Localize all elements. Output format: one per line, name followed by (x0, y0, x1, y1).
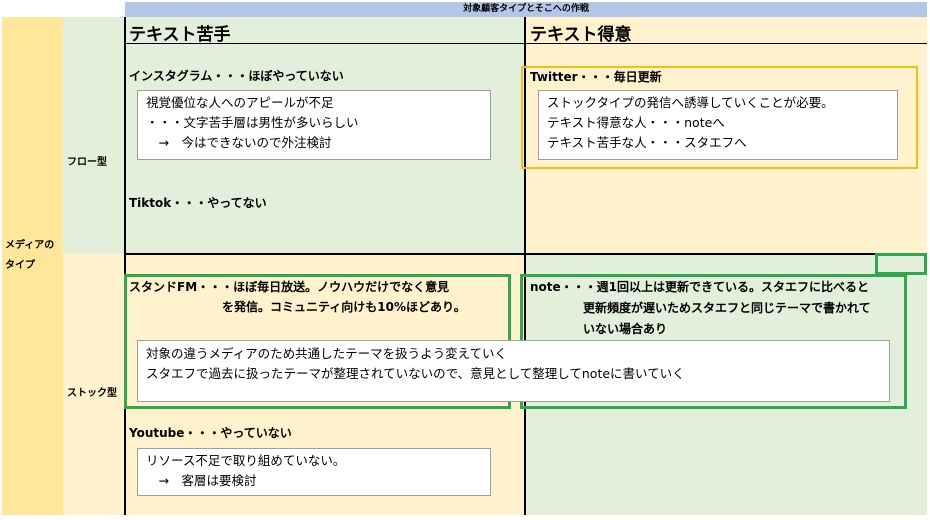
twitter-status: Twitter・・・毎日更新 (530, 70, 662, 84)
corner-highlight-frame (875, 253, 927, 275)
note-line: リソース不足で取り組めていない。 (146, 453, 346, 468)
instagram-status: インスタグラム・・・ほぼやっていない (129, 69, 344, 83)
row-label-stock: ストック型 (67, 388, 117, 399)
note-line: 対象の違うメディアのため共通したテーマを扱うよう変えていく (146, 346, 508, 361)
note-line: テキスト得意な人・・・noteへ (547, 115, 725, 130)
youtube-status: Youtube・・・やっていない (129, 426, 292, 440)
note-line: ストックタイプの発信へ誘導していくことが必要。 (547, 95, 834, 110)
youtube-note-box: リソース不足で取り組めていない。 → 客層は要検討 (137, 448, 491, 496)
column-header-text-weak: テキスト苦手 (129, 25, 231, 45)
shared-strategy-note-box: 対象の違うメディアのため共通したテーマを扱うよう変えていく スタエフで過去に扱っ… (137, 340, 890, 402)
twitter-note-box: ストックタイプの発信へ誘導していくことが必要。 テキスト得意な人・・・noteへ… (538, 90, 898, 160)
note-line: ・・・文字苦手層は男性が多いらしい (146, 115, 359, 130)
strategy-title-bar: 対象顧客タイプとそこへの作戦 (125, 2, 927, 17)
note-line: 視覚優位な人へのアピールが不足 (146, 95, 334, 110)
note-line: → 今はできないので外注検討 (146, 135, 332, 150)
note-line: テキスト苦手な人・・・スタエフへ (547, 135, 747, 150)
flow-type-cell (63, 17, 125, 254)
row-label-media-type: メディアのタイプ (5, 240, 55, 271)
grid-line-row (125, 253, 927, 255)
column-header-text-strong: テキスト得意 (530, 25, 632, 45)
instagram-note-box: 視覚優位な人へのアピールが不足 ・・・文字苦手層は男性が多いらしい → 今はでき… (137, 90, 491, 160)
row-label-flow: フロー型 (67, 157, 107, 168)
note-line: スタエフで過去に扱ったテーマが整理されていないので、意見として整理してnoteに… (146, 366, 685, 381)
tiktok-status: Tiktok・・・やってない (129, 196, 267, 210)
note-line: → 客層は要検討 (146, 473, 257, 488)
grid-line-header (125, 43, 927, 44)
grid-line-left (124, 17, 126, 515)
